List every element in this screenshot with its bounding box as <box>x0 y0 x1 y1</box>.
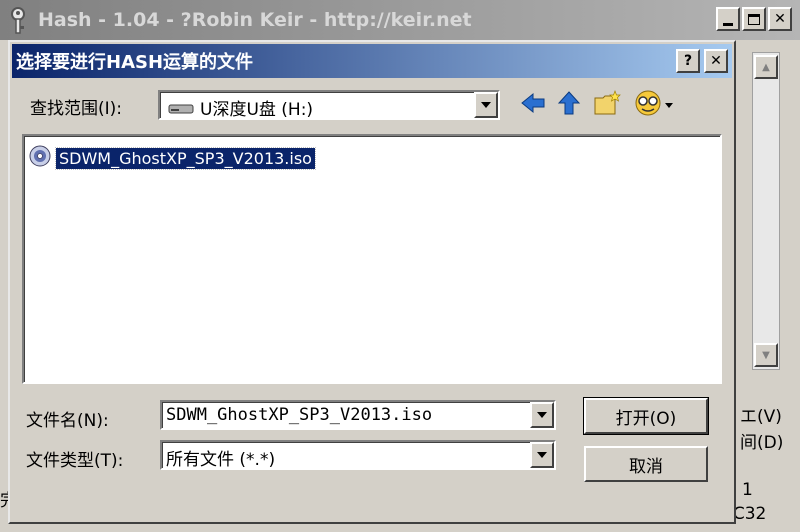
maximize-icon <box>748 13 760 25</box>
look-in-label: 查找范围(I): <box>30 99 123 119</box>
scroll-up-icon: ▲ <box>762 61 770 73</box>
dialog-titlebar[interactable]: 选择要进行HASH运算的文件 ? ✕ <box>12 44 732 78</box>
view-menu-icon <box>633 89 675 121</box>
up-folder-icon <box>557 90 581 120</box>
file-open-dialog: 选择要进行HASH运算的文件 ? ✕ 查找范围(I): U深度U盘 (H:) S… <box>8 40 736 524</box>
file-name-label: 文件名(N): <box>26 411 109 431</box>
file-type-dropdown-button[interactable] <box>530 442 554 468</box>
close-icon: ✕ <box>710 53 722 69</box>
open-button-label: 打开(O) <box>615 408 677 429</box>
dialog-title: 选择要进行HASH运算的文件 <box>16 52 254 73</box>
file-name-combo[interactable]: SDWM_GhostXP_SP3_V2013.iso <box>160 400 556 430</box>
hash-titlebar[interactable]: Hash - 1.04 - ?Robin Keir - http://keir.… <box>0 0 800 40</box>
list-item[interactable]: SDWM_GhostXP_SP3_V2013.iso <box>28 144 316 172</box>
file-list[interactable]: SDWM_GhostXP_SP3_V2013.iso <box>22 134 722 384</box>
help-button[interactable]: ? <box>676 49 700 73</box>
maximize-button[interactable] <box>742 7 766 31</box>
chevron-down-icon <box>481 102 491 108</box>
hash-window-title: Hash - 1.04 - ?Robin Keir - http://keir.… <box>38 9 472 31</box>
hash-option-label[interactable]: エ(V) <box>740 402 782 427</box>
file-type-combo[interactable]: 所有文件 (*.*) <box>160 440 556 470</box>
scroll-down-button[interactable]: ▼ <box>754 343 778 367</box>
cd-disc-icon <box>28 144 52 172</box>
scroll-up-button[interactable]: ▲ <box>754 55 778 79</box>
file-name-value[interactable]: SDWM_GhostXP_SP3_V2013.iso <box>166 405 432 425</box>
key-icon <box>6 6 30 34</box>
hash-close-button[interactable]: ✕ <box>768 7 792 31</box>
file-type-value: 所有文件 (*.*) <box>166 450 276 470</box>
view-menu-button[interactable] <box>632 90 676 120</box>
new-folder-icon <box>593 90 621 120</box>
close-icon: ✕ <box>774 11 786 27</box>
dialog-close-button[interactable]: ✕ <box>704 49 728 73</box>
cancel-button-label: 取消 <box>629 456 663 477</box>
minimize-button[interactable] <box>716 7 740 31</box>
drive-icon <box>168 100 194 119</box>
look-in-combo[interactable]: U深度U盘 (H:) <box>158 90 500 120</box>
up-one-level-button[interactable] <box>554 90 584 120</box>
file-name-dropdown-button[interactable] <box>530 402 554 428</box>
scroll-down-icon: ▼ <box>762 349 770 361</box>
look-in-dropdown-button[interactable] <box>474 92 498 118</box>
cancel-button[interactable]: 取消 <box>584 446 708 482</box>
hash-option-label[interactable]: 间(D) <box>740 428 783 453</box>
look-in-value: U深度U盘 (H:) <box>200 100 314 120</box>
create-new-folder-button[interactable] <box>592 90 622 120</box>
hash-scrollbar[interactable]: ▲ ▼ <box>752 52 780 370</box>
minimize-icon <box>723 22 733 26</box>
open-button[interactable]: 打开(O) <box>583 397 709 435</box>
chevron-down-icon <box>537 412 547 418</box>
chevron-down-icon <box>537 452 547 458</box>
hash-option-label[interactable]: 1 <box>742 480 753 500</box>
help-icon: ? <box>683 53 693 69</box>
file-name[interactable]: SDWM_GhostXP_SP3_V2013.iso <box>55 146 316 170</box>
back-arrow-icon <box>520 92 546 118</box>
file-type-label: 文件类型(T): <box>26 451 124 471</box>
back-button[interactable] <box>518 90 548 120</box>
